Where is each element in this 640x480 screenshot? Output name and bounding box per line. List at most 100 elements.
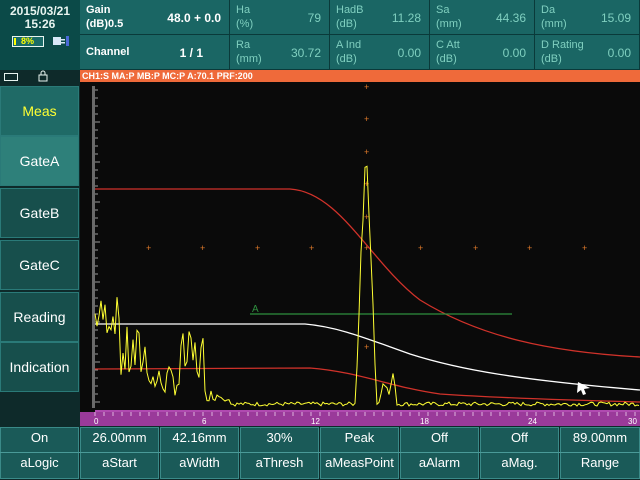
- menu-gatec-label: GateC: [19, 257, 60, 273]
- lock-icon: [37, 70, 49, 82]
- depth-scale-svg: 0 6 12 18 24 30: [94, 412, 637, 426]
- amag-button[interactable]: Off aMag.: [480, 427, 559, 479]
- battery-percent: 8%: [21, 36, 35, 46]
- menu-indication[interactable]: Indication: [0, 342, 79, 392]
- menu-meas-label: Meas: [22, 103, 57, 119]
- depth-tick-0: 0: [94, 417, 99, 426]
- aalarm-value: Off: [430, 430, 449, 445]
- grid-markers: + + + + + + + + +++++++: [146, 82, 587, 352]
- hadb-field: HadB (dB) 11.28: [330, 0, 430, 35]
- astart-button[interactable]: 26.00mm aStart: [80, 427, 159, 479]
- status-panel: 2015/03/21 15:26 8%: [0, 0, 80, 70]
- menu-gatea-label: GateA: [19, 153, 60, 169]
- ameaspoint-button[interactable]: Peak aMeasPoint: [320, 427, 399, 479]
- vertical-scale-ticks: [95, 89, 100, 403]
- gate-a-label: A: [252, 304, 259, 315]
- menu-reading-label: Reading: [13, 309, 66, 325]
- grid-plus-marker: +: [364, 147, 369, 157]
- gain-field[interactable]: Gain (dB)0.5 48.0 + 0.0: [80, 0, 230, 35]
- aind-label: A Ind: [336, 39, 362, 51]
- ha-value: 79: [307, 11, 321, 25]
- softkey-divider: [0, 452, 640, 453]
- date-display: 2015/03/21: [9, 4, 71, 18]
- grid-plus-marker: +: [582, 243, 587, 253]
- grid-plus-marker: +: [364, 342, 369, 352]
- ameaspoint-label: aMeasPoint: [325, 455, 394, 470]
- awidth-label: aWidth: [179, 455, 220, 470]
- ha-label: Ha: [236, 4, 251, 16]
- athresh-button[interactable]: 30% aThresh: [240, 427, 319, 479]
- catt-label: C Att: [436, 39, 460, 51]
- amag-value: Off: [510, 430, 529, 445]
- drating-label: D Rating: [541, 39, 584, 51]
- menu-gatec[interactable]: GateC: [0, 240, 79, 290]
- depth-tick-18: 18: [420, 417, 429, 426]
- menu-meas[interactable]: Meas: [0, 86, 79, 136]
- hadb-value: 11.28: [391, 11, 421, 25]
- depth-tick-12: 12: [311, 417, 320, 426]
- awidth-value: 42.16mm: [172, 430, 227, 445]
- grid-plus-marker: +: [527, 243, 532, 253]
- battery-icon: 8%: [12, 36, 44, 47]
- menu-reading[interactable]: Reading: [0, 292, 79, 342]
- athresh-value: 30%: [266, 430, 293, 445]
- da-value: 15.09: [600, 11, 631, 25]
- gain-label: Gain: [86, 4, 111, 16]
- catt-unit: (dB): [436, 53, 457, 65]
- range-value: 89.00mm: [572, 430, 628, 445]
- athresh-label: aThresh: [255, 455, 304, 470]
- depth-tick-6: 6: [202, 417, 207, 426]
- aind-value: 0.00: [397, 46, 421, 60]
- astart-label: aStart: [102, 455, 137, 470]
- ha-unit: (%): [236, 18, 254, 30]
- gain-step-label: (dB)0.5: [86, 18, 124, 30]
- reference-curve: [95, 323, 640, 391]
- astart-value: 26.00mm: [92, 430, 147, 445]
- grid-plus-marker: +: [364, 114, 369, 124]
- channel-label: Channel: [86, 46, 130, 58]
- ra-value: 30.72: [290, 46, 321, 60]
- catt-field: C Att (dB) 0.00: [430, 35, 535, 70]
- grid-plus-marker: +: [418, 243, 423, 253]
- menu-gatea[interactable]: GateA: [0, 136, 79, 186]
- grid-plus-marker: +: [146, 243, 151, 253]
- menu-gateb-label: GateB: [19, 205, 60, 221]
- range-button[interactable]: 89.00mm Range: [560, 427, 640, 479]
- aind-unit: (dB): [336, 53, 357, 65]
- drating-value: 0.00: [607, 46, 631, 60]
- range-label: Range: [580, 455, 620, 470]
- hadb-label: HadB: [336, 4, 364, 16]
- alogic-button[interactable]: On aLogic: [0, 427, 79, 479]
- channel-info-bar: CH1:S MA:P MB:P MC:P A:70.1 PRF:200: [80, 70, 640, 82]
- sa-field: Sa (mm) 44.36: [430, 0, 535, 35]
- awidth-button[interactable]: 42.16mm aWidth: [160, 427, 239, 479]
- sa-label: Sa: [436, 4, 450, 16]
- grid-plus-marker: +: [255, 243, 260, 253]
- a-scan-display[interactable]: + + + + + + + + + + + + + + + A: [80, 82, 640, 412]
- da-field: Da (mm) 15.09: [535, 0, 640, 35]
- menu-gateb[interactable]: GateB: [0, 188, 79, 238]
- battery-level: [14, 38, 16, 45]
- time-display: 15:26: [24, 17, 56, 31]
- catt-value: 0.00: [502, 46, 526, 60]
- cursor-arrow-icon: [577, 382, 590, 395]
- sa-value: 44.36: [495, 11, 526, 25]
- ha-field: Ha (%) 79: [230, 0, 330, 35]
- drating-unit: (dB): [541, 53, 562, 65]
- menu-indication-label: Indication: [9, 359, 70, 375]
- amag-label: aMag.: [501, 455, 538, 470]
- channel-field[interactable]: Channel 1 / 1: [80, 35, 230, 70]
- alogic-value: On: [30, 430, 49, 445]
- aalarm-button[interactable]: Off aAlarm: [400, 427, 479, 479]
- hadb-unit: (dB): [336, 18, 357, 30]
- ra-field: Ra (mm) 30.72: [230, 35, 330, 70]
- aalarm-label: aAlarm: [418, 455, 461, 470]
- grid-plus-marker: +: [309, 243, 314, 253]
- power-plug-icon: [52, 34, 70, 48]
- grid-plus-marker: +: [200, 243, 205, 253]
- vertical-scale: [92, 86, 95, 408]
- da-label: Da: [541, 4, 556, 16]
- sa-unit: (mm): [436, 18, 462, 30]
- echo-signal-trace: [94, 165, 640, 407]
- icon-strip: [0, 70, 80, 82]
